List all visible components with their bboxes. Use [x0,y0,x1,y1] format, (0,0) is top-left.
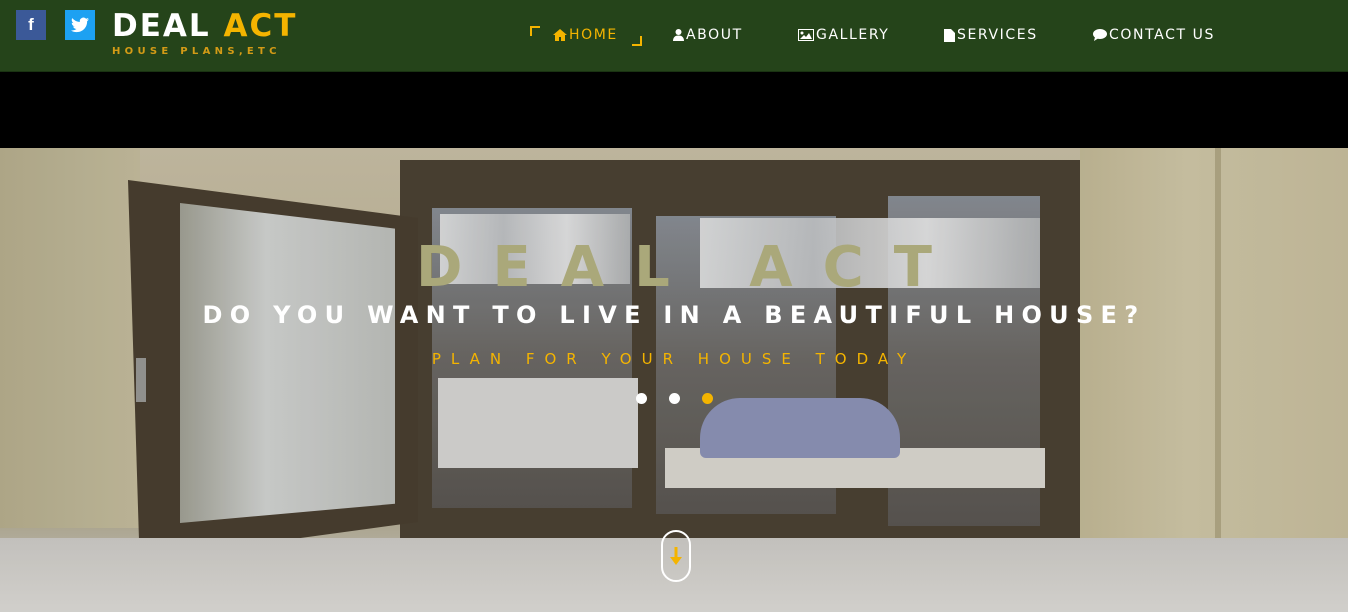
image-icon [798,29,814,41]
nav-item-services[interactable]: SERVICES [944,27,1038,43]
hero-tagline: PLAN FOR YOUR HOUSE TODAY [431,350,917,368]
file-icon [944,28,955,42]
slider-dot-1[interactable] [636,393,647,404]
hero-title: DEAL ACT [416,235,962,300]
facebook-glyph: f [28,15,34,34]
home-icon [553,29,567,41]
user-icon [673,29,684,41]
nav-item-label: CONTACT US [1109,27,1215,43]
nav-item-home[interactable]: HOME [553,27,618,43]
arrow-down-icon [670,547,682,565]
site-logo[interactable]: DEAL ACT HOUSE PLANS,ETC [112,8,297,59]
slider-dot-3[interactable] [702,393,713,404]
chat-icon [1093,29,1107,41]
logo-subtitle: HOUSE PLANS,ETC [112,46,281,57]
scroll-down-button[interactable] [661,530,691,582]
nav-item-contact-us[interactable]: CONTACT US [1093,27,1215,43]
active-bracket-top-left [530,26,540,36]
hero-subtitle: DO YOU WANT TO LIVE IN A BEAUTIFUL HOUSE… [202,301,1146,329]
logo-title-white: DEAL [112,8,224,44]
twitter-bird-icon [71,17,89,33]
logo-title: DEAL ACT [112,8,297,44]
logo-title-accent: ACT [223,8,298,44]
twitter-icon[interactable] [65,10,95,40]
facebook-icon[interactable]: f [16,10,46,40]
nav-item-gallery[interactable]: GALLERY [798,27,889,43]
nav-item-about[interactable]: ABOUT [673,27,743,43]
nav-item-label: GALLERY [816,27,890,43]
nav-item-label: HOME [569,27,618,43]
nav-item-label: SERVICES [957,27,1038,43]
active-bracket-bottom-right [632,36,642,46]
nav-item-label: ABOUT [686,27,743,43]
slider-dot-2[interactable] [669,393,680,404]
slider-dots [636,393,713,405]
site-header: f DEAL ACT HOUSE PLANS,ETC HOME ABOUT GA… [0,0,1348,72]
